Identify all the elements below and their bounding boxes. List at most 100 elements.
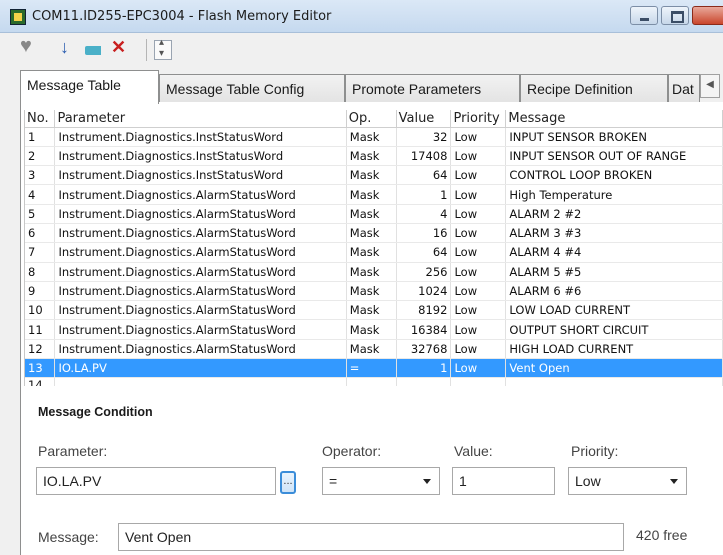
cell-priority[interactable]: Low [450,146,507,167]
cell-op[interactable]: Mask [346,339,397,360]
cell-op[interactable]: Mask [346,242,397,263]
cell-parameter[interactable]: Instrument.Diagnostics.AlarmStatusWord [54,281,347,302]
column-header-op[interactable]: Op. [346,110,397,128]
cell-parameter[interactable]: Instrument.Diagnostics.AlarmStatusWord [54,184,347,205]
maximize-button[interactable] [661,6,689,25]
table-row[interactable]: 13 IO.LA.PV = 1 Low Vent Open [25,358,723,379]
column-header-parameter[interactable]: Parameter [54,110,347,128]
cell-op[interactable]: = [346,358,397,379]
tab-promote-parameters[interactable]: Promote Parameters [345,74,520,103]
cell-priority[interactable]: Low [450,319,507,340]
cell-value[interactable]: 8192 [396,300,452,321]
cell-no[interactable]: 1 [25,127,56,147]
cell-message[interactable]: High Temperature [505,184,723,205]
table-row[interactable]: 14 [25,377,723,386]
tab-dat[interactable]: Dat [668,74,700,103]
cell-op[interactable]: Mask [346,262,397,282]
column-header-value[interactable]: Value [396,110,452,128]
cell-no[interactable]: 6 [25,223,56,244]
cell-value[interactable]: 1024 [396,281,452,302]
cell-no[interactable]: 10 [25,300,56,321]
cell-no[interactable]: 3 [25,165,56,186]
cell-no[interactable]: 4 [25,184,56,205]
cell-priority[interactable]: Low [450,242,507,263]
tag-icon[interactable] [84,40,102,60]
cell-message[interactable]: Vent Open [505,358,723,379]
cell-parameter[interactable]: Instrument.Diagnostics.AlarmStatusWord [54,319,347,340]
cell-message[interactable]: ALARM 3 #3 [505,223,723,244]
cell-message[interactable]: ALARM 4 #4 [505,242,723,263]
delete-x-icon[interactable] [110,37,128,60]
cell-op[interactable] [346,377,397,386]
cell-no[interactable]: 5 [25,204,56,224]
cell-priority[interactable]: Low [450,358,507,379]
cell-parameter[interactable]: Instrument.Diagnostics.AlarmStatusWord [54,242,347,263]
tab-scroll-left-icon[interactable]: ◀ [700,74,720,98]
cell-priority[interactable]: Low [450,184,507,205]
close-button[interactable] [692,6,723,25]
cell-op[interactable]: Mask [346,165,397,186]
cell-parameter[interactable] [54,377,347,386]
priority-select[interactable]: Low [568,467,687,495]
message-input[interactable]: Vent Open [118,523,624,551]
spin-icon[interactable] [154,37,172,60]
cell-value[interactable]: 1 [396,358,452,379]
table-row[interactable]: 8 Instrument.Diagnostics.AlarmStatusWord M… [25,262,723,282]
cell-priority[interactable]: Low [450,262,507,282]
cell-parameter[interactable]: Instrument.Diagnostics.AlarmStatusWord [54,339,347,360]
table-row[interactable]: 1 Instrument.Diagnostics.InstStatusWord Ma… [25,127,723,147]
cell-priority[interactable]: Low [450,165,507,186]
tab-recipe-definition[interactable]: Recipe Definition [520,74,668,103]
cell-op[interactable]: Mask [346,319,397,340]
parameter-input[interactable]: IO.LA.PV [36,467,276,495]
cell-value[interactable] [396,377,452,386]
cell-message[interactable]: ALARM 2 #2 [505,204,723,224]
cell-priority[interactable] [450,377,507,386]
cell-message[interactable]: INPUT SENSOR OUT OF RANGE [505,146,723,167]
cell-op[interactable]: Mask [346,146,397,167]
table-row[interactable]: 9 Instrument.Diagnostics.AlarmStatusWord M… [25,281,723,302]
cell-value[interactable]: 256 [396,262,452,282]
cell-op[interactable]: Mask [346,127,397,147]
cell-value[interactable]: 1 [396,184,452,205]
cell-op[interactable]: Mask [346,184,397,205]
browse-button[interactable]: ... [280,471,296,494]
cell-no[interactable]: 8 [25,262,56,282]
table-row[interactable]: 2 Instrument.Diagnostics.InstStatusWord Ma… [25,146,723,167]
cell-message[interactable] [505,377,723,386]
table-row[interactable]: 6 Instrument.Diagnostics.AlarmStatusWord M… [25,223,723,244]
table-row[interactable]: 3 Instrument.Diagnostics.InstStatusWord Ma… [25,165,723,186]
cell-no[interactable]: 2 [25,146,56,167]
cell-parameter[interactable]: Instrument.Diagnostics.InstStatusWord [54,127,347,147]
cell-priority[interactable]: Low [450,223,507,244]
cell-message[interactable]: ALARM 5 #5 [505,262,723,282]
cell-value[interactable]: 16 [396,223,452,244]
cell-parameter[interactable]: Instrument.Diagnostics.AlarmStatusWord [54,300,347,321]
heart-icon[interactable] [20,35,38,60]
cell-value[interactable]: 16384 [396,319,452,340]
cell-message[interactable]: LOW LOAD CURRENT [505,300,723,321]
cell-message[interactable]: ALARM 6 #6 [505,281,723,302]
table-row[interactable]: 12 Instrument.Diagnostics.AlarmStatusWord… [25,339,723,360]
cell-parameter[interactable]: Instrument.Diagnostics.AlarmStatusWord [54,223,347,244]
column-header-message[interactable]: Message [505,110,723,128]
cell-message[interactable]: CONTROL LOOP BROKEN [505,165,723,186]
cell-no[interactable]: 7 [25,242,56,263]
value-input[interactable]: 1 [452,467,555,495]
cell-parameter[interactable]: Instrument.Diagnostics.AlarmStatusWord [54,204,347,224]
download-arrow-icon[interactable] [58,37,76,60]
table-row[interactable]: 10 Instrument.Diagnostics.AlarmStatusWord… [25,300,723,321]
minimize-button[interactable] [630,6,658,25]
cell-value[interactable]: 64 [396,165,452,186]
tab-message-table[interactable]: Message Table [20,70,159,104]
cell-priority[interactable]: Low [450,300,507,321]
cell-value[interactable]: 32768 [396,339,452,360]
cell-value[interactable]: 4 [396,204,452,224]
cell-no[interactable]: 12 [25,339,56,360]
cell-parameter[interactable]: Instrument.Diagnostics.InstStatusWord [54,146,347,167]
cell-priority[interactable]: Low [450,127,507,147]
cell-no[interactable]: 11 [25,319,56,340]
cell-no[interactable]: 9 [25,281,56,302]
cell-parameter[interactable]: Instrument.Diagnostics.AlarmStatusWord [54,262,347,282]
cell-priority[interactable]: Low [450,204,507,224]
